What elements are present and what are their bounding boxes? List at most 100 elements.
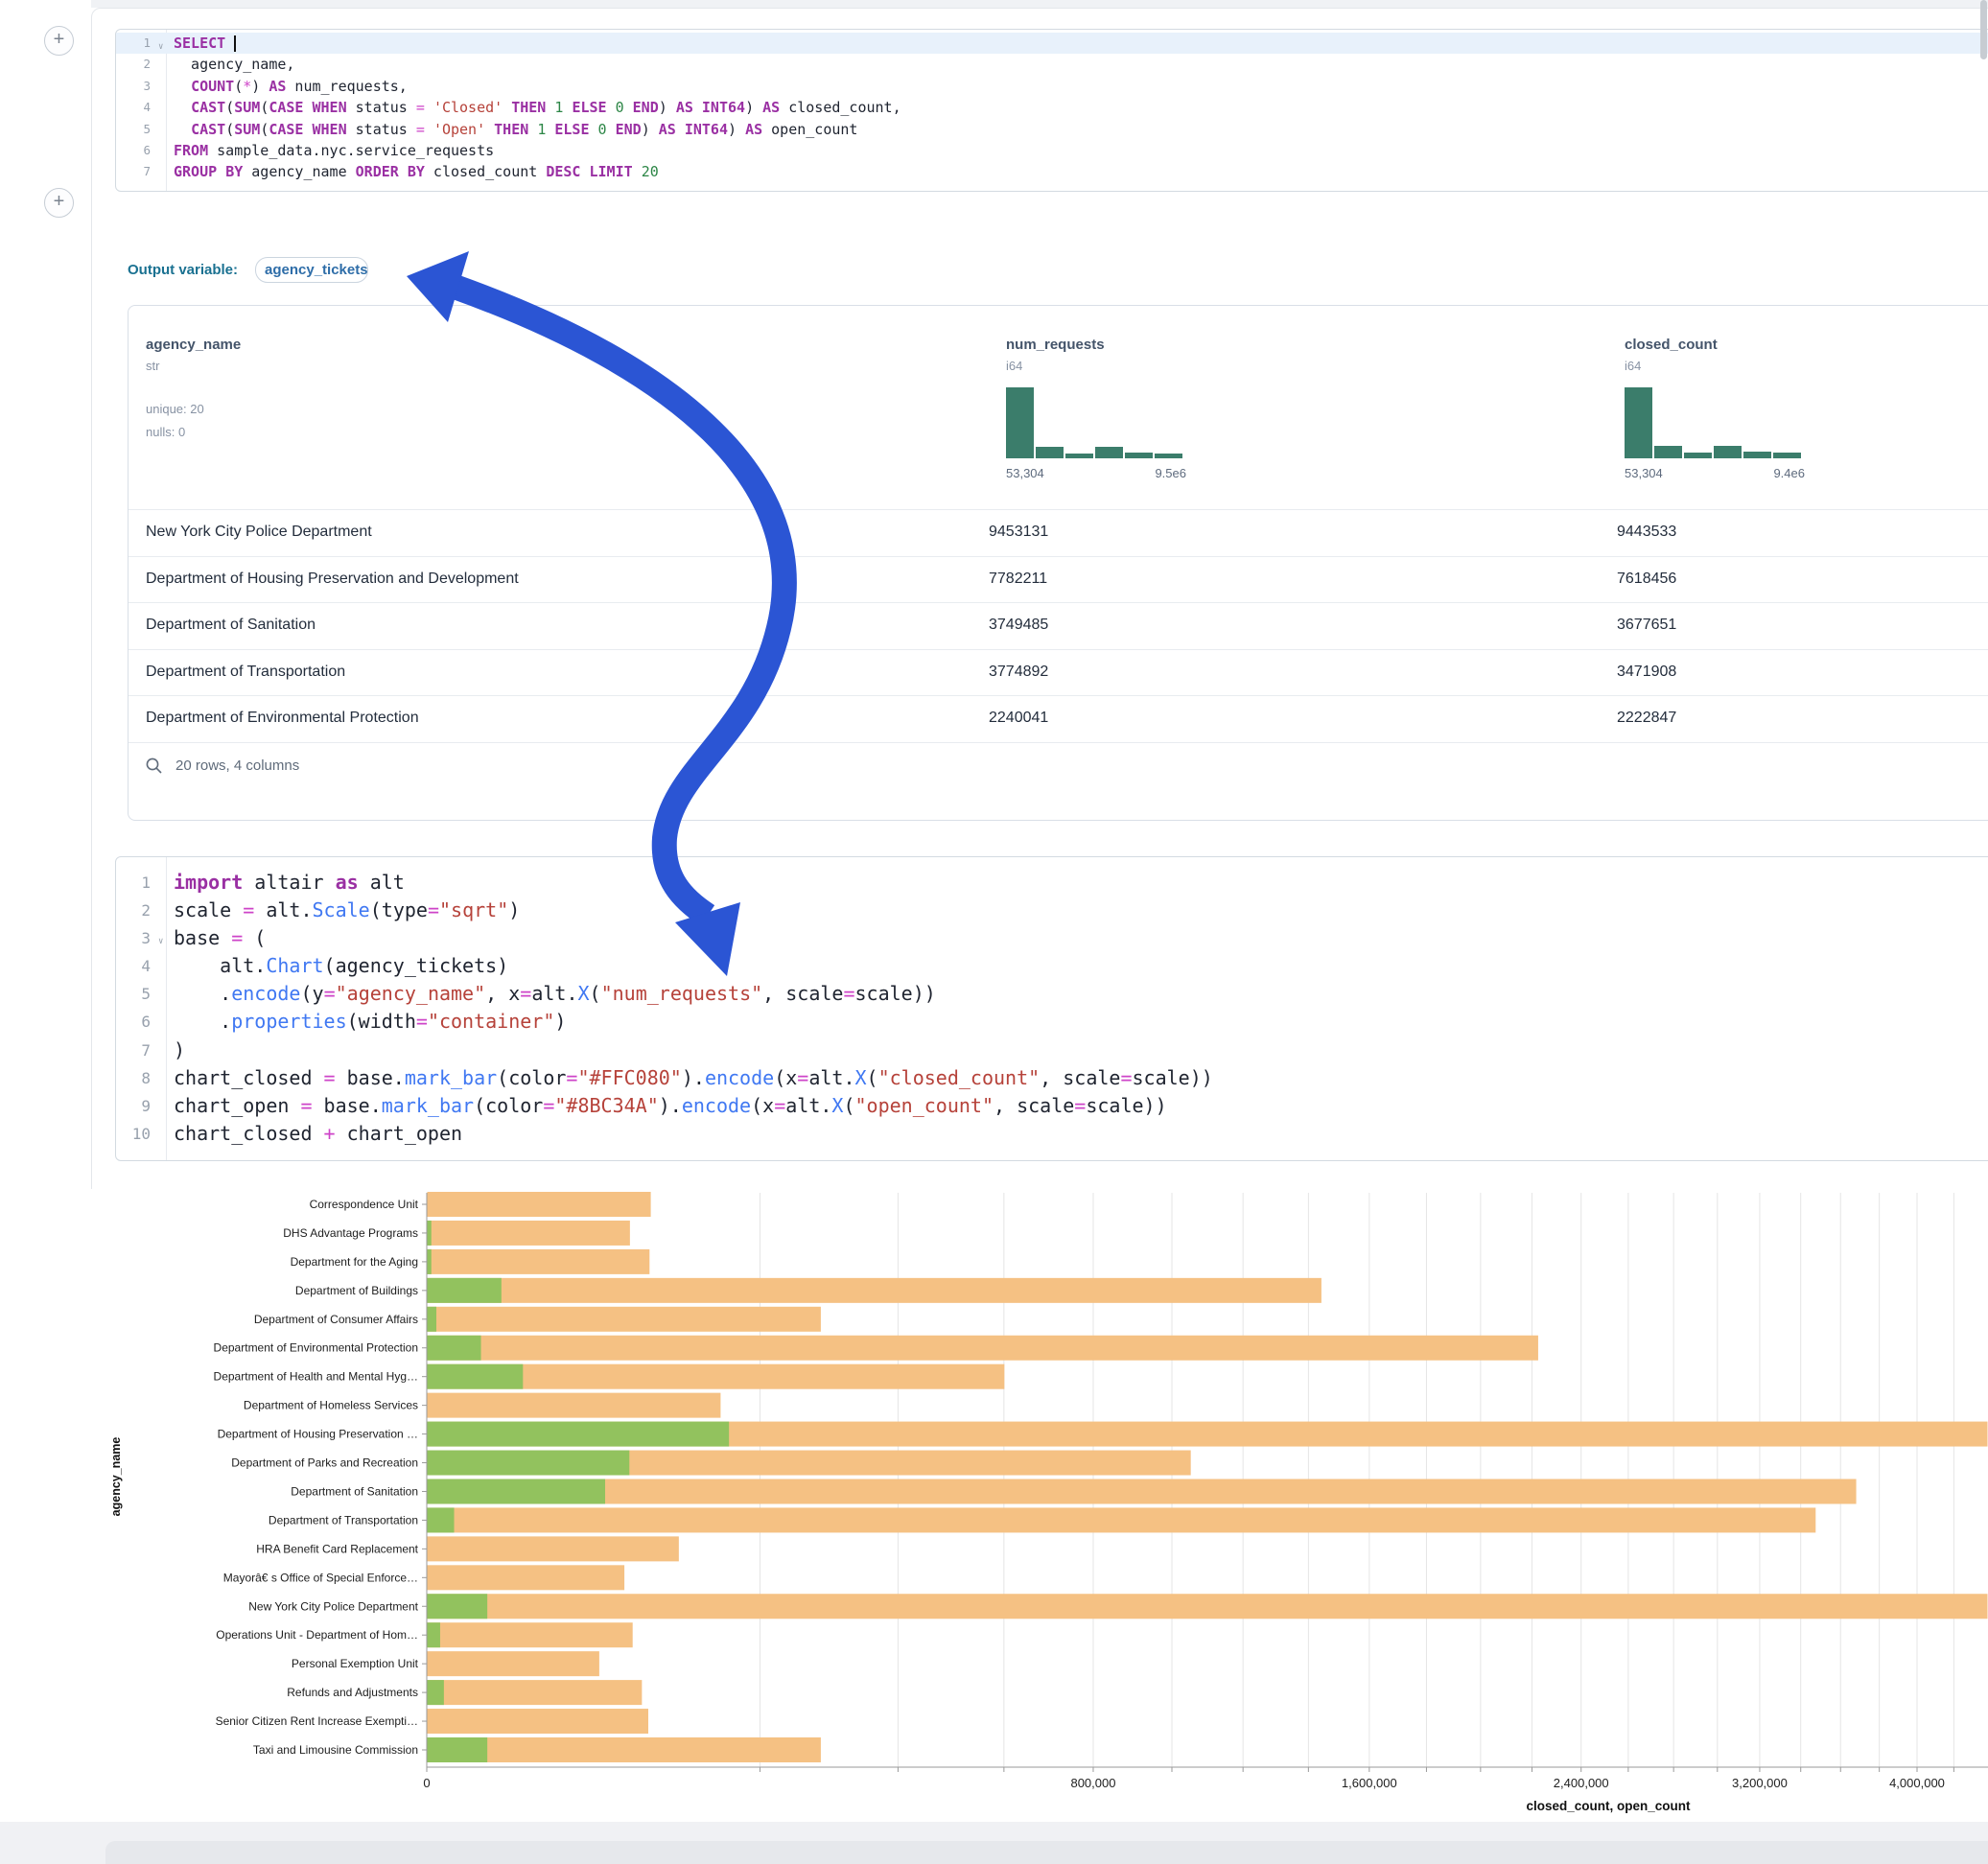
sql-code-cell[interactable]: 1∨SELECT 2 agency_name,3 COUNT(*) AS num… xyxy=(115,29,1988,192)
line-number: 6 xyxy=(116,1008,154,1036)
y-axis-label: Correspondence Unit xyxy=(310,1198,419,1211)
bar-closed_count xyxy=(428,1651,599,1676)
cell-agency_name: Department of Housing Preservation and D… xyxy=(146,571,519,588)
output-variable-pill[interactable]: agency_tickets xyxy=(255,257,368,283)
cell-num_requests: 7782211 xyxy=(989,571,1047,588)
bar-closed_count xyxy=(428,1680,643,1705)
sql-line-6[interactable]: 6FROM sample_data.nyc.service_requests xyxy=(116,140,1988,161)
sql-line-7[interactable]: 7GROUP BY agency_name ORDER BY closed_co… xyxy=(116,161,1988,182)
x-axis-tick-label: 4,000,000 xyxy=(1889,1776,1945,1790)
x-axis-tick-label: 1,600,000 xyxy=(1342,1776,1397,1790)
line-number: 4 xyxy=(116,97,154,118)
y-axis-label: Department of Environmental Protection xyxy=(214,1341,418,1355)
y-axis-label: Department of Parks and Recreation xyxy=(231,1456,418,1470)
add-cell-button-top[interactable]: + xyxy=(44,26,74,56)
column-name: num_requests xyxy=(1006,337,1186,353)
python-line-9[interactable]: 9chart_open = base.mark_bar(color="#8BC3… xyxy=(116,1092,1988,1120)
line-number: 7 xyxy=(116,1037,154,1064)
column-header-agency_name[interactable]: agency_namestrunique: 20nulls: 0 xyxy=(146,337,241,444)
bar-open_count xyxy=(428,1336,481,1361)
output-variable-value: agency_tickets xyxy=(265,262,368,278)
cell-agency_name: New York City Police Department xyxy=(146,524,372,541)
hist-min-label: 53,304 xyxy=(1006,466,1044,480)
sql-line-2[interactable]: 2 agency_name, xyxy=(116,54,1988,75)
bar-open_count xyxy=(428,1307,437,1332)
python-line-1[interactable]: 1import altair as alt xyxy=(116,869,1988,897)
bar-open_count xyxy=(428,1622,440,1647)
column-type: i64 xyxy=(1006,359,1186,373)
output-variable-label: Output variable: xyxy=(128,262,238,278)
bar-closed_count xyxy=(428,1393,721,1418)
sql-line-1[interactable]: 1∨SELECT xyxy=(116,33,1988,54)
column-header-closed_count[interactable]: closed_counti6453,3049.4e6 xyxy=(1625,337,1805,480)
table-row[interactable]: Department of Housing Preservation and D… xyxy=(129,556,1988,603)
cell-agency_name: Department of Sanitation xyxy=(146,617,316,634)
sql-line-3[interactable]: 3 COUNT(*) AS num_requests, xyxy=(116,76,1988,97)
histogram-num_requests xyxy=(1006,386,1186,459)
cell-num_requests: 3749485 xyxy=(989,617,1048,634)
table-row[interactable]: Department of Environmental Protection22… xyxy=(129,695,1988,742)
code-text: agency_name, xyxy=(154,54,294,75)
bar-open_count xyxy=(428,1451,630,1476)
y-axis-label: DHS Advantage Programs xyxy=(283,1226,418,1240)
search-icon[interactable] xyxy=(145,757,163,775)
y-axis-label: HRA Benefit Card Replacement xyxy=(256,1542,418,1555)
bar-open_count xyxy=(428,1422,730,1447)
add-cell-button-below-sql[interactable]: + xyxy=(44,188,74,218)
code-text: chart_closed + chart_open xyxy=(154,1120,462,1148)
cell-num_requests: 9453131 xyxy=(989,524,1048,541)
column-header-num_requests[interactable]: num_requestsi6453,3049.5e6 xyxy=(1006,337,1186,480)
python-line-6[interactable]: 6 .properties(width="container") xyxy=(116,1008,1988,1036)
column-type: i64 xyxy=(1625,359,1805,373)
column-name: agency_name xyxy=(146,337,241,353)
cell-num_requests: 3774892 xyxy=(989,664,1048,681)
python-code-cell[interactable]: 1import altair as alt2scale = alt.Scale(… xyxy=(115,856,1988,1161)
python-line-7[interactable]: 7) xyxy=(116,1037,1988,1064)
line-number: 1∨ xyxy=(116,33,154,54)
cell-closed_count: 2222847 xyxy=(1617,710,1676,727)
code-text: COUNT(*) AS num_requests, xyxy=(154,76,408,97)
line-number: 1 xyxy=(116,869,154,897)
line-number: 5 xyxy=(116,119,154,140)
code-text: ) xyxy=(154,1037,185,1064)
python-line-4[interactable]: 4 alt.Chart(agency_tickets) xyxy=(116,952,1988,980)
bar-open_count xyxy=(428,1479,606,1503)
bar-closed_count xyxy=(428,1594,1988,1619)
table-row[interactable]: Department of Sanitation 3749485 3677651 xyxy=(129,602,1988,649)
code-text: SELECT xyxy=(154,33,236,54)
sql-line-5[interactable]: 5 CAST(SUM(CASE WHEN status = 'Open' THE… xyxy=(116,119,1988,140)
code-text: .encode(y="agency_name", x=alt.X("num_re… xyxy=(154,980,936,1008)
python-line-8[interactable]: 8chart_closed = base.mark_bar(color="#FF… xyxy=(116,1064,1988,1092)
next-cell-preview[interactable] xyxy=(105,1841,1988,1864)
bar-closed_count xyxy=(428,1249,650,1274)
python-line-10[interactable]: 10chart_closed + chart_open xyxy=(116,1120,1988,1148)
table-row[interactable]: Department of Transportation377489234719… xyxy=(129,649,1988,696)
bar-open_count xyxy=(428,1680,444,1705)
cell-closed_count: 3677651 xyxy=(1617,617,1676,634)
code-text: base = ( xyxy=(154,924,266,952)
line-number: 3∨ xyxy=(116,924,154,952)
bar-open_count xyxy=(428,1278,502,1303)
x-axis-title: closed_count, open_count xyxy=(1526,1799,1691,1813)
bar-closed_count xyxy=(428,1507,1816,1532)
code-text: FROM sample_data.nyc.service_requests xyxy=(154,140,494,161)
output-variable-row: Output variable: agency_tickets xyxy=(128,255,368,284)
bar-closed_count xyxy=(428,1278,1321,1303)
code-text: CAST(SUM(CASE WHEN status = 'Open' THEN … xyxy=(154,119,857,140)
python-line-5[interactable]: 5 .encode(y="agency_name", x=alt.X("num_… xyxy=(116,980,1988,1008)
altair-bar-chart[interactable]: Correspondence Unit DHS Advantage Program… xyxy=(91,1189,1988,1841)
x-axis-tick-label: 800,000 xyxy=(1070,1776,1115,1790)
dataframe-preview: agency_namestrunique: 20nulls: 0 num_requ… xyxy=(128,305,1988,821)
sql-line-4[interactable]: 4 CAST(SUM(CASE WHEN status = 'Closed' T… xyxy=(116,97,1988,118)
scrollbar-thumb[interactable] xyxy=(1980,0,1987,59)
line-number: 5 xyxy=(116,980,154,1008)
code-text: chart_closed = base.mark_bar(color="#FFC… xyxy=(154,1064,1213,1092)
cell-agency_name: Department of Transportation xyxy=(146,664,345,681)
y-axis-label: Department for the Aging xyxy=(291,1255,418,1269)
python-line-2[interactable]: 2scale = alt.Scale(type="sqrt") xyxy=(116,897,1988,924)
cell-closed_count: 7618456 xyxy=(1617,571,1676,588)
bar-open_count xyxy=(428,1507,455,1532)
table-row[interactable]: New York City Police Department945313194… xyxy=(129,509,1988,556)
python-line-3[interactable]: 3∨base = ( xyxy=(116,924,1988,952)
bar-open_count xyxy=(428,1249,432,1274)
